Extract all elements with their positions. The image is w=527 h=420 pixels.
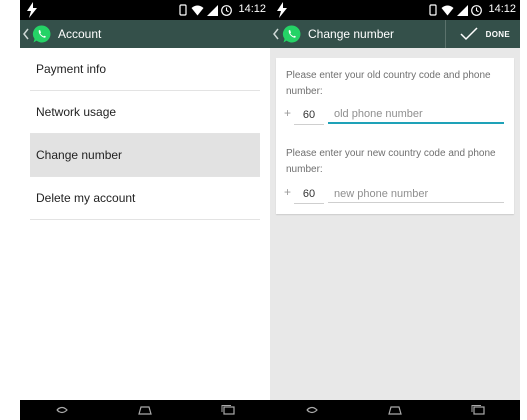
- status-bar: 14:12: [20, 0, 270, 20]
- clock-icon: [221, 4, 232, 16]
- nav-recents-icon[interactable]: [470, 405, 486, 415]
- change-number-screen: 14:12 Change number DONE Please enter yo…: [270, 0, 520, 420]
- done-label: DONE: [485, 29, 510, 39]
- status-icons: [428, 4, 482, 16]
- menu-item-label: Payment info: [36, 62, 107, 76]
- wifi-icon: [191, 5, 204, 15]
- status-icons: [178, 4, 232, 16]
- signal-icon: [457, 4, 468, 16]
- account-screen: 14:12 Account Payment info Network usage…: [20, 0, 270, 420]
- menu-item-payment-info[interactable]: Payment info: [30, 48, 260, 91]
- screen-title: Account: [58, 27, 102, 41]
- nav-back-icon[interactable]: [304, 405, 320, 415]
- old-phone-number-input[interactable]: [328, 106, 504, 124]
- lightning-icon: [277, 2, 287, 18]
- new-phone-number-input[interactable]: [328, 185, 504, 203]
- nav-home-icon[interactable]: [137, 405, 153, 415]
- menu-item-label: Network usage: [36, 105, 117, 119]
- clock-icon: [471, 4, 482, 16]
- back-chevron-icon[interactable]: [22, 27, 30, 41]
- plus-sign: +: [284, 106, 292, 120]
- screen-title: Change number: [308, 27, 395, 41]
- status-time: 14:12: [238, 3, 266, 15]
- nav-home-icon[interactable]: [387, 405, 403, 415]
- whatsapp-logo-icon[interactable]: [32, 24, 52, 44]
- new-country-code-field[interactable]: 60: [294, 185, 324, 204]
- status-time: 14:12: [488, 3, 516, 15]
- rotate-icon: [179, 4, 187, 16]
- change-number-form: Please enter your old country code and p…: [276, 58, 514, 214]
- plus-sign: +: [284, 185, 292, 199]
- back-chevron-icon[interactable]: [272, 27, 280, 41]
- navigation-bar: [270, 400, 520, 420]
- navigation-bar: [20, 400, 270, 420]
- wifi-icon: [441, 5, 454, 15]
- nav-back-icon[interactable]: [54, 405, 70, 415]
- menu-item-label: Delete my account: [36, 191, 136, 205]
- signal-icon: [207, 4, 218, 16]
- check-icon: [460, 27, 478, 41]
- status-bar: 14:12: [270, 0, 520, 20]
- menu-item-label: Change number: [36, 148, 123, 162]
- menu-item-change-number[interactable]: Change number: [30, 134, 260, 177]
- action-bar: Account: [20, 20, 270, 48]
- old-country-code-field[interactable]: 60: [294, 106, 324, 125]
- menu-item-delete-account[interactable]: Delete my account: [30, 177, 260, 220]
- lightning-icon: [27, 2, 37, 18]
- rotate-icon: [429, 4, 437, 16]
- nav-recents-icon[interactable]: [220, 405, 236, 415]
- old-number-prompt: Please enter your old country code and p…: [286, 70, 491, 97]
- account-menu: Payment info Network usage Change number…: [30, 48, 260, 220]
- done-button[interactable]: DONE: [444, 20, 520, 48]
- new-number-prompt: Please enter your new country code and p…: [286, 148, 496, 175]
- action-bar: Change number DONE: [270, 20, 520, 48]
- whatsapp-logo-icon[interactable]: [282, 24, 302, 44]
- menu-item-network-usage[interactable]: Network usage: [30, 91, 260, 134]
